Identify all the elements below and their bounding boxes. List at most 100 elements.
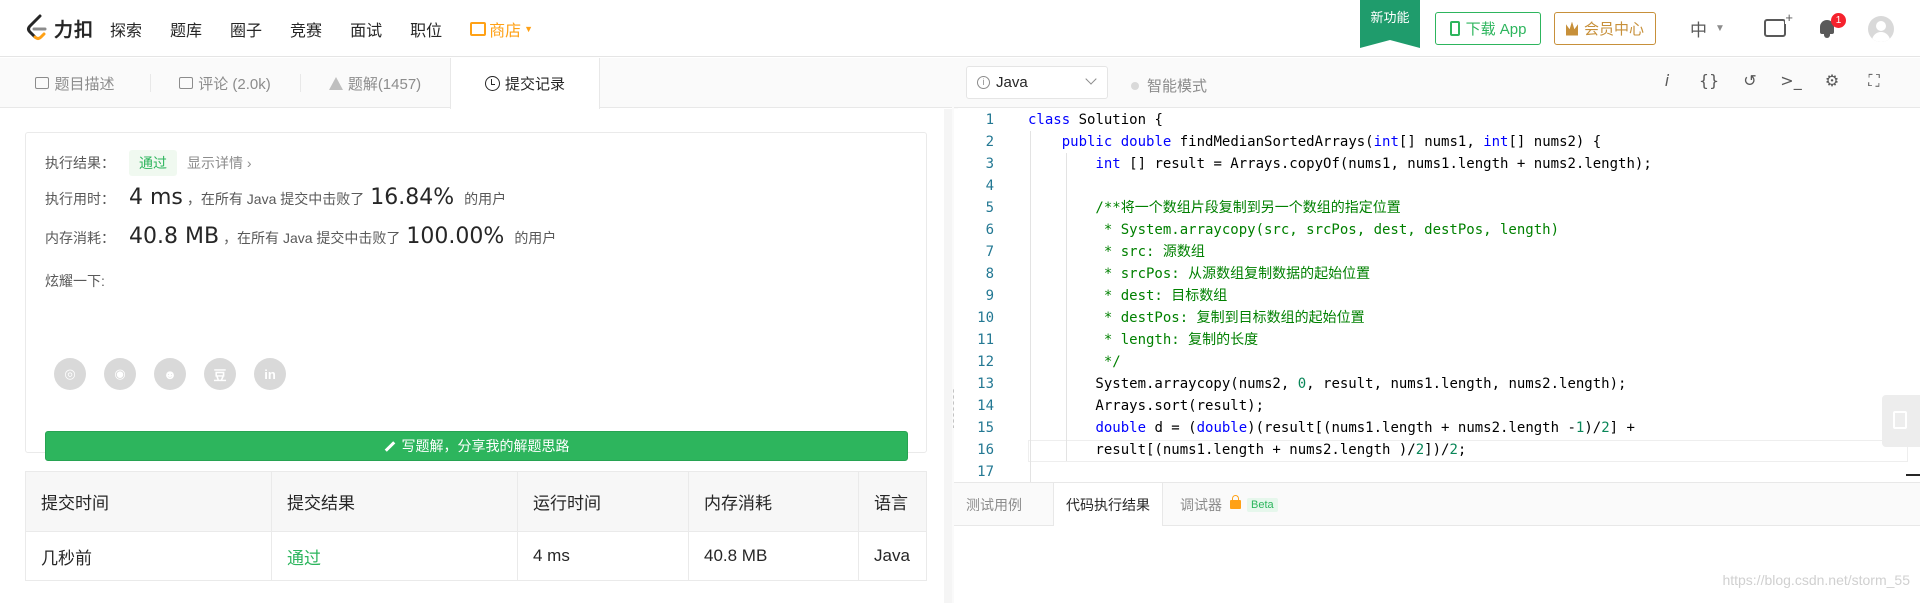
playground-icon[interactable]	[1764, 12, 1793, 37]
line-number: 2	[985, 134, 994, 150]
language-select[interactable]: i Java	[966, 66, 1108, 99]
reset-icon[interactable]: ↺	[1738, 71, 1762, 90]
tab-label: 测试用例	[966, 496, 1022, 513]
code-comment-line: * srcPos: 从源数组复制数据的起始位置	[1028, 266, 1371, 282]
crown-icon	[1565, 21, 1578, 36]
language-switch[interactable]: 中 ▼	[1690, 16, 1725, 41]
code-comment-line: /**将一个数组片段复制到另一个数组的指定位置	[1028, 200, 1401, 216]
wechat-icon[interactable]: ◎	[54, 358, 86, 390]
code-editor[interactable]: 1 2 3 4 5 6 7 8 9 10 11 12 13 14 15 16 1…	[954, 109, 1920, 482]
submissions-table: 提交时间 提交结果 运行时间 内存消耗 语言 几秒前 通过 4 ms 40.8 …	[25, 471, 927, 581]
description-icon	[35, 77, 50, 89]
nav-contest[interactable]: 竞赛	[290, 17, 322, 41]
tab-testcase[interactable]: 测试用例	[966, 483, 1022, 526]
nav-explore[interactable]: 探索	[110, 17, 142, 41]
header-submit-result: 提交结果	[272, 472, 518, 531]
line-number: 6	[985, 222, 994, 238]
info-icon[interactable]: i	[1655, 71, 1679, 90]
line-number-gutter: 1 2 3 4 5 6 7 8 9 10 11 12 13 14 15 16 1…	[954, 109, 1006, 482]
code-line: System.arraycopy(nums2, 0, result, nums1…	[1028, 376, 1627, 392]
code-comment-line: * destPos: 复制到目标数组的起始位置	[1028, 310, 1365, 326]
tab-label: 提交记录	[504, 76, 565, 93]
runtime-label: 执行用时：	[45, 191, 115, 207]
douban-icon[interactable]: 豆	[204, 358, 236, 390]
line-number: 17	[977, 464, 994, 480]
beta-badge: Beta	[1247, 497, 1278, 512]
runtime-text: ，在所有 Java 提交中击败了	[186, 191, 365, 207]
lock-icon	[1230, 495, 1241, 509]
vip-center-button[interactable]: 会员中心	[1554, 12, 1656, 45]
line-number: 4	[985, 178, 994, 194]
write-solution-button[interactable]: 写题解，分享我的解题思路	[45, 431, 908, 461]
linkedin-icon[interactable]: in	[254, 358, 286, 390]
nav-store[interactable]: 商店 ▼	[470, 17, 533, 41]
tab-solutions[interactable]: 题解(1457)	[300, 58, 450, 108]
logo[interactable]: 力扣	[24, 14, 94, 42]
console-output	[954, 526, 1920, 603]
code-line: double d = (double)(result[(nums1.length…	[1095, 420, 1635, 436]
left-panel: 题目描述 评论 (2.0k) 题解(1457) 提交记录 执行结果： 通过 显示…	[0, 58, 952, 603]
share-label: 炫耀一下:	[45, 273, 105, 289]
runtime-row: 执行用时： 4 ms ，在所有 Java 提交中击败了 16.84% 的用户	[45, 185, 506, 210]
new-feature-ribbon[interactable]: 新功能	[1360, 0, 1420, 48]
line-number: 11	[977, 332, 994, 348]
write-solution-label: 写题解，分享我的解题思路	[401, 438, 570, 454]
memory-label: 内存消耗：	[45, 230, 115, 246]
show-details-link[interactable]: 显示详情 ›	[187, 153, 252, 173]
tab-label: 调试器	[1180, 496, 1222, 513]
code-line: int [] result = Arrays.copyOf(nums1, num…	[1095, 156, 1652, 172]
side-panel-toggle[interactable]	[1882, 395, 1920, 447]
nav-problemset[interactable]: 题库	[170, 17, 202, 41]
main-nav: 探索 题库 圈子 竞赛 面试 职位 商店 ▼	[110, 0, 561, 57]
qq-icon[interactable]: ☻	[154, 358, 186, 390]
store-icon	[470, 21, 487, 36]
smart-mode-label: 智能模式	[1147, 78, 1208, 95]
cell-submit-time: 几秒前	[26, 532, 272, 580]
share-buttons: ◎ ◉ ☻ 豆 in	[54, 358, 304, 390]
tab-submissions[interactable]: 提交记录	[450, 58, 600, 109]
submission-result-card: 执行结果： 通过 显示详情 › 执行用时： 4 ms ，在所有 Java 提交中…	[25, 132, 927, 461]
notification-badge: 1	[1831, 13, 1846, 28]
weibo-icon[interactable]: ◉	[104, 358, 136, 390]
code-comment-line: * dest: 目标数组	[1028, 288, 1228, 304]
tab-comments[interactable]: 评论 (2.0k)	[150, 58, 300, 108]
tab-run-result[interactable]: 代码执行结果	[1053, 483, 1163, 527]
cell-memory: 40.8 MB	[689, 532, 859, 580]
nav-circle[interactable]: 圈子	[230, 17, 262, 41]
line-number: 16	[977, 442, 994, 458]
scrollbar[interactable]	[944, 109, 952, 603]
smart-mode-toggle[interactable]: 智能模式	[1131, 75, 1207, 96]
download-app-button[interactable]: 下载 App	[1435, 12, 1541, 45]
table-row: 几秒前 通过 4 ms 40.8 MB Java	[26, 532, 926, 580]
language-select-value: Java	[996, 74, 1028, 91]
code-comment-line: * length: 复制的长度	[1028, 332, 1259, 348]
caret-down-icon: ▼	[524, 23, 534, 34]
status-badge: 通过	[129, 150, 177, 176]
terminal-icon[interactable]: >_	[1779, 71, 1803, 90]
braces-icon[interactable]: {}	[1697, 71, 1721, 90]
memory-suffix: 的用户	[514, 230, 557, 246]
top-navbar: 力扣 探索 题库 圈子 竞赛 面试 职位 商店 ▼ 新功能 下载 App 会员中…	[0, 0, 1920, 57]
nav-interview[interactable]: 面试	[350, 17, 382, 41]
cell-language: Java	[874, 546, 910, 565]
cell-submit-result-link[interactable]: 通过	[272, 532, 518, 580]
header-language: 语言	[874, 494, 908, 513]
fullscreen-icon[interactable]: ⛶	[1862, 71, 1886, 91]
settings-icon[interactable]: ⚙	[1820, 71, 1844, 90]
runtime-percent: 16.84%	[370, 185, 455, 210]
line-number: 8	[985, 266, 994, 282]
leetcode-logo-icon	[27, 14, 47, 40]
document-icon	[1893, 411, 1907, 429]
tab-debugger[interactable]: 调试器 Beta	[1180, 483, 1278, 526]
info-icon: i	[977, 76, 990, 89]
tab-description[interactable]: 题目描述	[0, 58, 150, 108]
nav-jobs[interactable]: 职位	[410, 17, 442, 41]
result-row: 执行结果： 通过 显示详情 ›	[45, 150, 252, 176]
avatar[interactable]	[1868, 16, 1894, 42]
phone-icon	[1449, 21, 1460, 36]
pencil-icon	[384, 440, 395, 452]
watermark: https://blog.csdn.net/storm_55	[1722, 572, 1910, 588]
flask-icon	[328, 76, 343, 90]
code-comment-line: */	[1028, 354, 1121, 370]
line-number: 14	[977, 398, 994, 414]
